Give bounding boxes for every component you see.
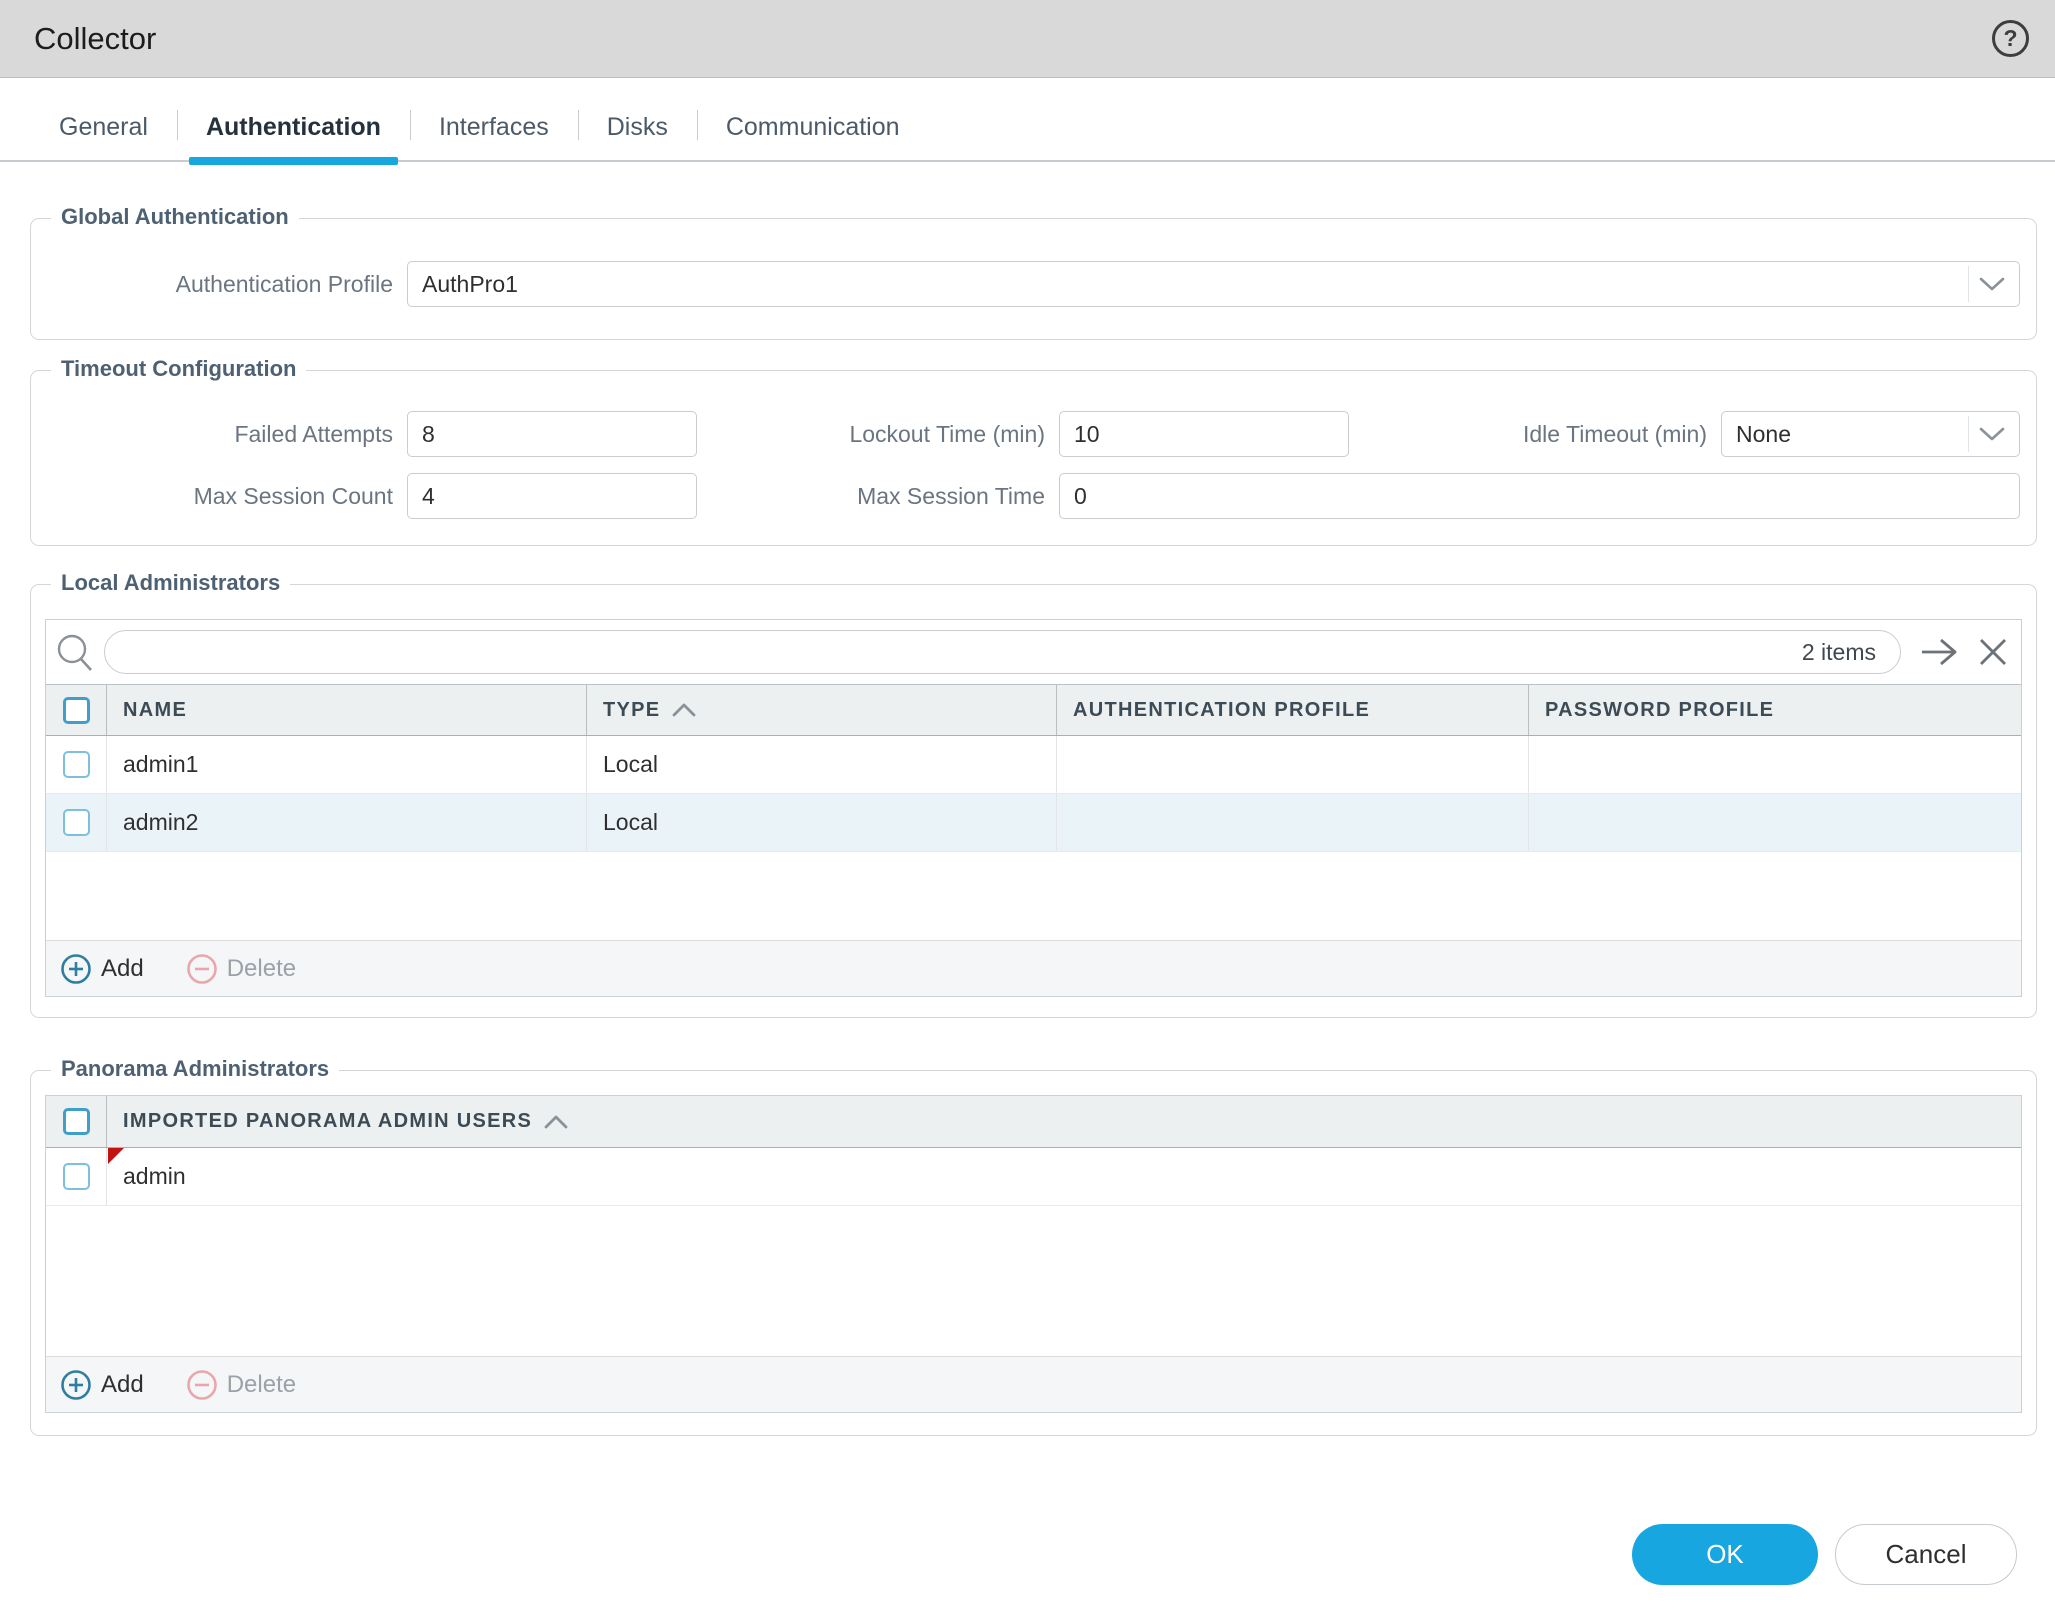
table-row-admin2[interactable]: admin2 Local xyxy=(46,794,2021,852)
delete-minus-icon xyxy=(186,953,218,985)
tab-communication[interactable]: Communication xyxy=(696,94,929,160)
dialog-title: Collector xyxy=(34,20,157,56)
timeout-configuration-legend: Timeout Configuration xyxy=(51,356,307,382)
table-empty-area xyxy=(46,1206,2021,1356)
panorama-admins-table-header: IMPORTED PANORAMA ADMIN USERS xyxy=(46,1096,2021,1148)
table-row-admin1[interactable]: admin1 Local xyxy=(46,736,2021,794)
idle-timeout-select[interactable]: None xyxy=(1721,411,2020,457)
select-all-checkbox[interactable] xyxy=(62,1108,90,1135)
apply-filter-arrow-icon[interactable] xyxy=(1919,636,1959,668)
failed-attempts-input[interactable] xyxy=(407,411,697,457)
timeout-configuration-panel: Timeout Configuration Failed Attempts Lo… xyxy=(30,356,2037,546)
add-button[interactable]: Add xyxy=(60,1369,144,1401)
idle-timeout-label: Idle Timeout (min) xyxy=(1522,420,1707,447)
column-header-imported-panorama-admin-users[interactable]: IMPORTED PANORAMA ADMIN USERS xyxy=(106,1096,2021,1147)
max-session-time-label: Max Session Time xyxy=(857,482,1045,509)
cell-auth-profile xyxy=(1056,736,1528,793)
row-checkbox[interactable] xyxy=(62,1163,90,1190)
cell-name: admin2 xyxy=(106,794,586,851)
panorama-admins-table-footer: Add Delete xyxy=(46,1356,2021,1412)
cell-type: Local xyxy=(586,794,1056,851)
row-checkbox[interactable] xyxy=(62,809,90,836)
add-plus-icon xyxy=(60,953,92,985)
local-admins-table-footer: Add Delete xyxy=(46,940,2021,996)
tab-bar: General Authentication Interfaces Disks … xyxy=(0,94,2055,165)
cell-auth-profile xyxy=(1056,794,1528,851)
delete-button[interactable]: Delete xyxy=(186,1369,296,1401)
help-icon[interactable]: ? xyxy=(1992,20,2029,57)
chevron-down-icon xyxy=(1968,266,2014,302)
table-row-admin[interactable]: admin xyxy=(46,1148,2021,1206)
tab-interfaces[interactable]: Interfaces xyxy=(409,94,578,160)
panorama-administrators-legend: Panorama Administrators xyxy=(51,1056,340,1082)
tab-general[interactable]: General xyxy=(30,94,177,160)
tab-disks[interactable]: Disks xyxy=(577,94,697,160)
table-empty-area xyxy=(46,852,2021,940)
cell-password-profile xyxy=(1528,794,2021,851)
cell-imported-user: admin xyxy=(106,1148,2021,1205)
local-admins-table-header: NAME TYPE AUTHENTICATION PROFILE PASSWOR… xyxy=(46,684,2021,736)
sort-ascending-icon xyxy=(544,1115,568,1129)
max-session-count-input[interactable] xyxy=(407,473,697,519)
cell-type: Local xyxy=(586,736,1056,793)
row-checkbox[interactable] xyxy=(62,751,90,778)
authentication-profile-select[interactable]: AuthPro1 xyxy=(407,261,2020,307)
max-session-count-label: Max Session Count xyxy=(193,482,393,509)
local-administrators-legend: Local Administrators xyxy=(51,570,291,596)
panorama-administrators-panel: Panorama Administrators IMPORTED PANORAM… xyxy=(30,1056,2037,1436)
idle-timeout-value: None xyxy=(1736,420,1791,447)
delete-button[interactable]: Delete xyxy=(186,953,296,985)
select-all-checkbox[interactable] xyxy=(62,696,90,724)
delete-minus-icon xyxy=(186,1369,218,1401)
global-authentication-legend: Global Authentication xyxy=(51,204,299,230)
cancel-button[interactable]: Cancel xyxy=(1835,1524,2017,1585)
dialog-title-bar: Collector ? xyxy=(0,0,2055,78)
global-authentication-panel: Global Authentication Authentication Pro… xyxy=(30,204,2037,340)
column-header-password-profile[interactable]: PASSWORD PROFILE xyxy=(1528,685,2021,735)
sort-ascending-icon xyxy=(672,703,696,717)
search-icon xyxy=(54,630,96,674)
cell-password-profile xyxy=(1528,736,2021,793)
max-session-time-input[interactable] xyxy=(1059,473,2020,519)
dialog-actions: OK Cancel xyxy=(30,1436,2037,1585)
column-header-type[interactable]: TYPE xyxy=(586,685,1056,735)
cell-name: admin1 xyxy=(106,736,586,793)
authentication-profile-value: AuthPro1 xyxy=(422,270,518,297)
chevron-down-icon xyxy=(1968,416,2014,452)
ok-button[interactable]: OK xyxy=(1632,1524,1818,1585)
add-plus-icon xyxy=(60,1369,92,1401)
modified-flag-icon xyxy=(108,1148,124,1164)
failed-attempts-label: Failed Attempts xyxy=(234,420,393,447)
lockout-time-label: Lockout Time (min) xyxy=(849,420,1045,447)
lockout-time-input[interactable] xyxy=(1059,411,1349,457)
authentication-profile-label: Authentication Profile xyxy=(175,270,393,297)
local-administrators-panel: Local Administrators 2 items NAME TYPE A… xyxy=(30,570,2037,1018)
column-header-authentication-profile[interactable]: AUTHENTICATION PROFILE xyxy=(1056,685,1528,735)
add-button[interactable]: Add xyxy=(60,953,144,985)
tab-authentication[interactable]: Authentication xyxy=(176,94,410,165)
local-admins-search-row: 2 items xyxy=(46,620,2021,684)
search-input[interactable] xyxy=(105,631,1900,673)
column-header-name[interactable]: NAME xyxy=(106,685,586,735)
clear-filter-close-icon[interactable] xyxy=(1977,636,2009,668)
